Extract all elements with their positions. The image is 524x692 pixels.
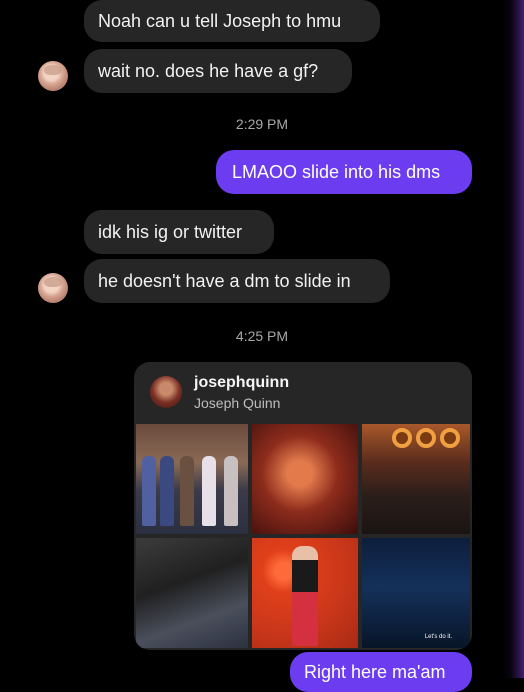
profile-display-name: Joseph Quinn [194, 395, 281, 411]
profile-username: josephquinn [194, 374, 290, 391]
message-text: idk his ig or twitter [98, 222, 243, 242]
profile-photo-thumbnail[interactable] [252, 538, 358, 648]
profile-photo-grid: Let's do it. [136, 424, 470, 648]
message-text: he doesn't have a dm to slide in [98, 271, 351, 291]
incoming-message[interactable]: wait no. does he have a gf? [84, 49, 352, 93]
profile-photo-thumbnail[interactable]: Let's do it. [362, 538, 470, 648]
sender-avatar[interactable] [38, 273, 68, 303]
sender-avatar[interactable] [38, 61, 68, 91]
profile-photo-thumbnail[interactable] [362, 424, 470, 534]
incoming-message[interactable]: he doesn't have a dm to slide in [84, 259, 390, 303]
incoming-message[interactable]: Noah can u tell Joseph to hmu [84, 0, 380, 42]
thumbnail-caption: Let's do it. [424, 634, 452, 640]
timestamp: 4:25 PM [235, 328, 289, 344]
profile-photo-thumbnail[interactable] [136, 424, 248, 534]
profile-photo-thumbnail[interactable] [136, 538, 248, 648]
message-text: Right here ma'am [304, 662, 446, 682]
message-text: Noah can u tell Joseph to hmu [98, 11, 342, 31]
incoming-message[interactable]: idk his ig or twitter [84, 210, 274, 254]
outgoing-message[interactable]: LMAOO slide into his dms [216, 150, 472, 194]
timestamp: 2:29 PM [235, 116, 289, 132]
message-text: LMAOO slide into his dms [232, 162, 441, 182]
outgoing-message[interactable]: Right here ma'am [290, 652, 472, 692]
profile-avatar[interactable] [150, 376, 182, 408]
shared-profile-card[interactable]: josephquinn Joseph Quinn Let's do it. [134, 362, 472, 650]
profile-photo-thumbnail[interactable] [252, 424, 358, 534]
message-text: wait no. does he have a gf? [98, 61, 319, 81]
